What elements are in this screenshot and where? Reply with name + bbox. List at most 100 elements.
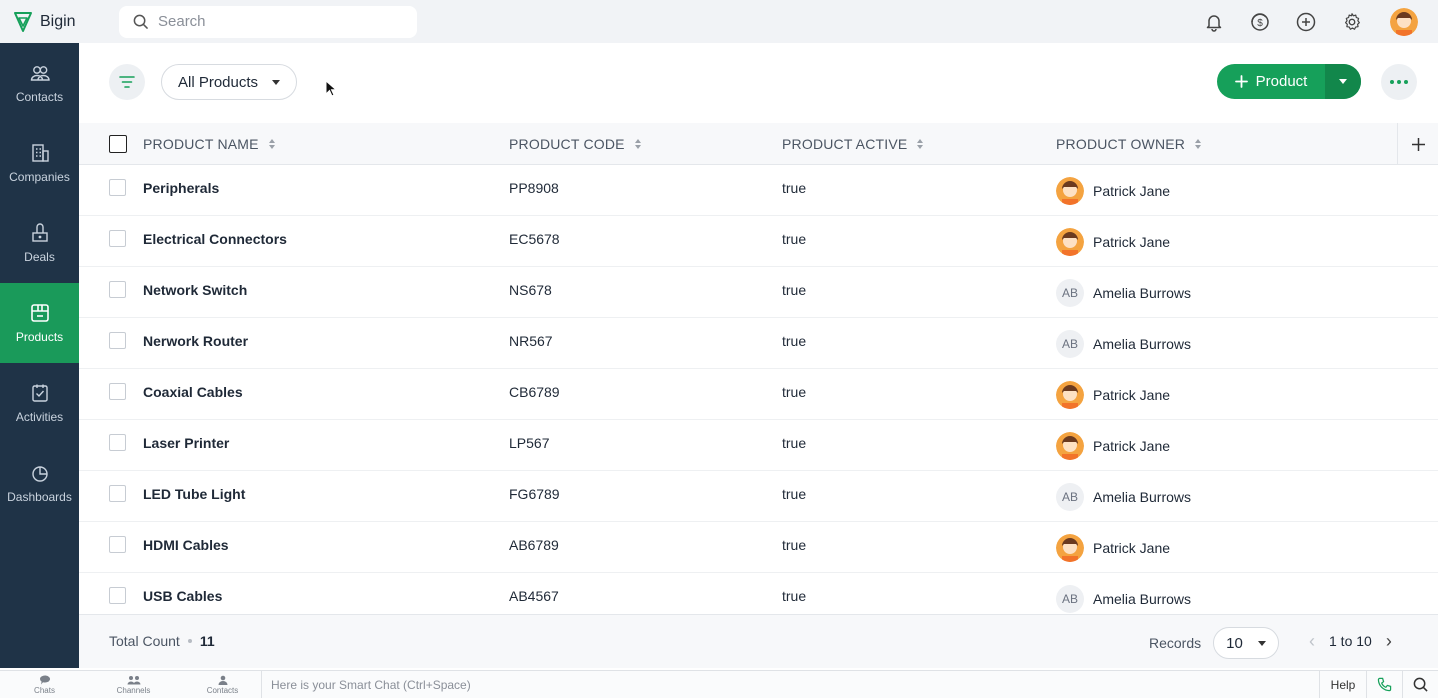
- channels-icon: [127, 675, 140, 684]
- add-product-main[interactable]: Product: [1217, 64, 1325, 99]
- owner-name: Patrick Jane: [1093, 540, 1171, 556]
- row-checkbox[interactable]: [109, 332, 126, 349]
- sidebar: Contacts Companies Deals Products Activi…: [0, 43, 79, 668]
- filter-button[interactable]: [109, 64, 145, 100]
- add-product-button[interactable]: Product: [1217, 64, 1361, 99]
- owner-avatar: [1056, 177, 1084, 205]
- view-selector[interactable]: All Products: [161, 64, 298, 100]
- owner-avatar: [1056, 381, 1084, 409]
- product-owner: AB Amelia Burrows: [1056, 483, 1191, 511]
- row-checkbox[interactable]: [109, 281, 126, 298]
- sidebar-item-activities[interactable]: Activities: [0, 363, 79, 443]
- upgrade-dollar-icon[interactable]: $: [1248, 10, 1272, 34]
- top-bar: Bigin Search $: [0, 0, 1438, 43]
- page-range: 1 to 10: [1329, 633, 1372, 649]
- product-active: true: [782, 588, 807, 604]
- table-row[interactable]: Electrical Connectors EC5678 true Patrick J…: [79, 216, 1438, 267]
- app-logo[interactable]: Bigin: [0, 0, 79, 43]
- search-bar[interactable]: Search: [119, 5, 417, 38]
- owner-avatar: AB: [1056, 585, 1084, 613]
- row-checkbox[interactable]: [109, 383, 126, 400]
- table-row[interactable]: HDMI Cables AB6789 true Patrick Jane: [79, 522, 1438, 573]
- sidebar-item-companies[interactable]: Companies: [0, 123, 79, 203]
- product-name-link[interactable]: Laser Printer: [143, 435, 229, 451]
- column-header-product-owner[interactable]: PRODUCT OWNER: [1056, 136, 1202, 152]
- bigin-logo-icon: [14, 11, 32, 32]
- product-name-link[interactable]: USB Cables: [143, 588, 222, 604]
- sidebar-item-products[interactable]: Products: [0, 283, 79, 363]
- table-row[interactable]: Coaxial Cables CB6789 true Patrick Jane: [79, 369, 1438, 420]
- table-row[interactable]: LED Tube Light FG6789 true AB Amelia Burrows: [79, 471, 1438, 522]
- owner-avatar: AB: [1056, 330, 1084, 358]
- pagination: ‹ 1 to 10 ›: [1309, 632, 1392, 650]
- sort-icon[interactable]: [917, 138, 924, 149]
- chatbar-channels[interactable]: Channels: [89, 675, 178, 695]
- next-page-icon[interactable]: ›: [1386, 632, 1392, 650]
- product-name-link[interactable]: Nerwork Router: [143, 333, 248, 349]
- phone-icon[interactable]: [1366, 671, 1402, 698]
- add-product-dropdown[interactable]: [1325, 64, 1361, 99]
- owner-name: Patrick Jane: [1093, 234, 1171, 250]
- quick-create-plus-icon[interactable]: [1294, 10, 1318, 34]
- notifications-bell-icon[interactable]: [1202, 10, 1226, 34]
- chatbar-contacts[interactable]: Contacts: [178, 675, 267, 695]
- product-name-link[interactable]: Coaxial Cables: [143, 384, 243, 400]
- dashboards-icon: [31, 466, 48, 482]
- search-icon[interactable]: [1402, 671, 1438, 698]
- product-owner: AB Amelia Burrows: [1056, 279, 1191, 307]
- smart-chat-input[interactable]: Here is your Smart Chat (Ctrl+Space): [261, 671, 1319, 698]
- row-checkbox[interactable]: [109, 485, 126, 502]
- help-button[interactable]: Help: [1319, 671, 1366, 698]
- product-name-link[interactable]: HDMI Cables: [143, 537, 229, 553]
- records-per-page-select[interactable]: 10: [1213, 627, 1280, 659]
- sort-icon[interactable]: [268, 138, 275, 149]
- select-all-checkbox[interactable]: [109, 134, 127, 153]
- product-name-link[interactable]: Peripherals: [143, 180, 219, 196]
- column-header-product-active[interactable]: PRODUCT ACTIVE: [782, 135, 924, 152]
- product-code: LP567: [509, 435, 550, 451]
- sidebar-item-deals[interactable]: Deals: [0, 203, 79, 283]
- product-active: true: [782, 486, 807, 502]
- row-checkbox[interactable]: [109, 587, 126, 604]
- chatbar-chats[interactable]: Chats: [0, 674, 89, 695]
- column-label: PRODUCT ACTIVE: [782, 135, 908, 152]
- product-code: PP8908: [509, 180, 559, 196]
- owner-avatar: [1056, 534, 1084, 562]
- product-code: AB6789: [509, 537, 559, 553]
- sidebar-item-label: Deals: [24, 250, 55, 264]
- table-row[interactable]: USB Cables AB4567 true AB Amelia Burrows: [79, 573, 1438, 613]
- previous-page-icon[interactable]: ‹: [1309, 632, 1315, 650]
- table-row[interactable]: Network Switch NS678 true AB Amelia Burrows: [79, 267, 1438, 318]
- sidebar-item-label: Companies: [9, 170, 70, 184]
- product-active: true: [782, 333, 807, 349]
- product-name-link[interactable]: Network Switch: [143, 282, 247, 298]
- table-row[interactable]: Laser Printer LP567 true Patrick Jane: [79, 420, 1438, 471]
- row-checkbox[interactable]: [109, 434, 126, 451]
- product-name-link[interactable]: Electrical Connectors: [143, 231, 287, 247]
- owner-avatar: AB: [1056, 483, 1084, 511]
- separator-dot: [187, 639, 192, 643]
- add-column-button[interactable]: [1397, 123, 1438, 165]
- user-avatar[interactable]: [1390, 7, 1418, 36]
- sidebar-item-label: Dashboards: [7, 490, 72, 504]
- sidebar-item-contacts[interactable]: Contacts: [0, 43, 79, 123]
- product-code: NR567: [509, 333, 553, 349]
- row-checkbox[interactable]: [109, 230, 126, 247]
- smart-chat-placeholder: Here is your Smart Chat (Ctrl+Space): [271, 677, 471, 692]
- row-checkbox[interactable]: [109, 179, 126, 196]
- table-row[interactable]: Nerwork Router NR567 true AB Amelia Burrows: [79, 318, 1438, 369]
- more-options-button[interactable]: [1381, 64, 1417, 100]
- sort-icon[interactable]: [1195, 138, 1202, 149]
- table-row[interactable]: Peripherals PP8908 true Patrick Jane: [79, 165, 1438, 216]
- settings-gear-icon[interactable]: [1340, 10, 1364, 34]
- sort-icon[interactable]: [634, 138, 641, 149]
- activities-icon: [31, 384, 48, 402]
- sidebar-item-dashboards[interactable]: Dashboards: [0, 443, 79, 523]
- column-header-product-name[interactable]: PRODUCT NAME: [143, 136, 275, 152]
- column-header-product-code[interactable]: PRODUCT CODE: [509, 136, 641, 152]
- product-name-link[interactable]: LED Tube Light: [143, 486, 245, 502]
- product-code: NS678: [509, 282, 552, 298]
- row-checkbox[interactable]: [109, 536, 126, 553]
- help-label: Help: [1330, 677, 1356, 692]
- owner-avatar: AB: [1056, 279, 1084, 307]
